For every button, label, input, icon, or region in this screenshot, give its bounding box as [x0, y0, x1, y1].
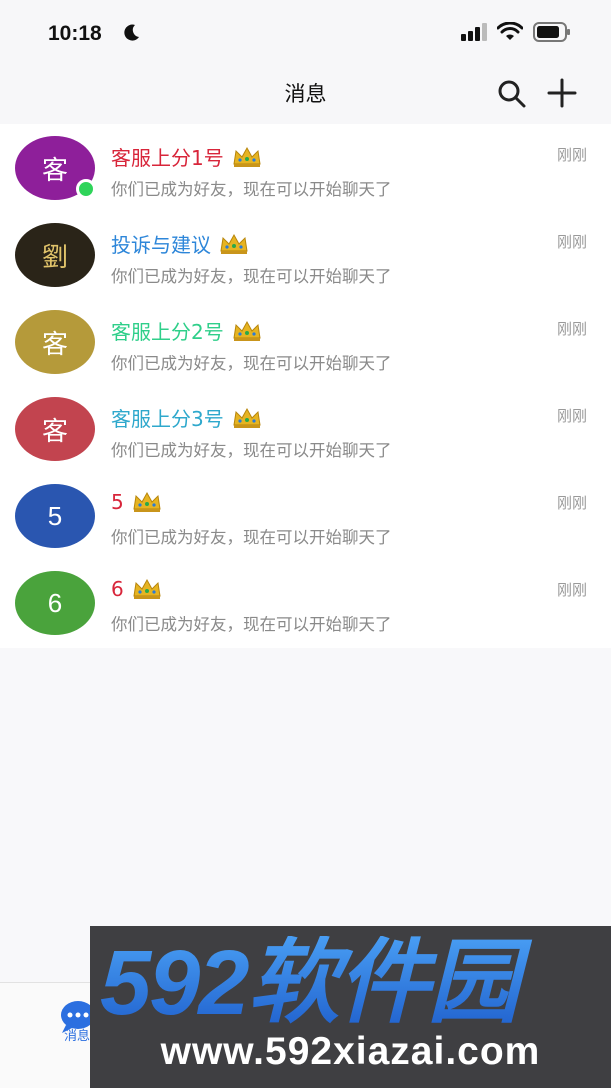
- avatar: 6: [15, 571, 95, 635]
- crown-icon: [133, 491, 161, 512]
- avatar: 客: [15, 310, 95, 374]
- avatar: 5: [15, 484, 95, 548]
- status-time: 10:18: [48, 22, 102, 45]
- conversation-list: 客 客服上分1号 你们已成为好友，现在可以开始聊天了 刚刚 劉 投诉与建议 你们…: [0, 124, 611, 648]
- conversation-name: 6: [111, 577, 162, 601]
- conversation-name: 5: [111, 490, 162, 514]
- message-preview: 你们已成为好友，现在可以开始聊天了: [111, 528, 392, 547]
- online-indicator: [76, 179, 96, 199]
- avatar: 劉: [15, 223, 95, 287]
- message-preview: 你们已成为好友，现在可以开始聊天了: [111, 180, 392, 199]
- message-preview: 你们已成为好友，现在可以开始聊天了: [111, 441, 392, 460]
- crown-icon: [233, 146, 261, 167]
- avatar: 客: [15, 397, 95, 461]
- message-time: 刚刚: [556, 320, 587, 338]
- message-preview: 你们已成为好友，现在可以开始聊天了: [111, 354, 392, 373]
- crown-icon: [133, 578, 161, 599]
- status-bar: 10:18: [0, 0, 611, 64]
- nav-bar: 消息: [0, 64, 611, 124]
- tab-messages-label: 消息: [64, 1029, 91, 1044]
- message-time: 刚刚: [556, 146, 587, 164]
- message-time: 刚刚: [556, 581, 587, 599]
- message-time: 刚刚: [556, 407, 587, 425]
- message-time: 刚刚: [556, 233, 587, 251]
- crown-icon: [233, 320, 261, 341]
- status-icons: [461, 22, 571, 42]
- wifi-icon: [497, 22, 523, 40]
- signal-icon: [461, 23, 487, 41]
- watermark-logo: 592软件园: [100, 936, 534, 1028]
- plus-icon[interactable]: [545, 76, 579, 110]
- conversation-name: 客服上分2号: [111, 316, 262, 345]
- conversation-item[interactable]: 5 5 你们已成为好友，现在可以开始聊天了 刚刚: [0, 472, 611, 559]
- moon-icon: [124, 24, 139, 41]
- conversation-name: 客服上分3号: [111, 403, 262, 432]
- message-preview: 你们已成为好友，现在可以开始聊天了: [111, 267, 392, 286]
- battery-icon: [533, 22, 570, 42]
- conversation-item[interactable]: 劉 投诉与建议 你们已成为好友，现在可以开始聊天了 刚刚: [0, 211, 611, 298]
- crown-icon: [233, 407, 261, 428]
- crown-icon: [220, 233, 248, 254]
- conversation-item[interactable]: 客 客服上分2号 你们已成为好友，现在可以开始聊天了 刚刚: [0, 298, 611, 385]
- watermark-url: www.592xiazai.com: [160, 1030, 541, 1073]
- conversation-item[interactable]: 6 6 你们已成为好友，现在可以开始聊天了 刚刚: [0, 559, 611, 646]
- svg-text:592软件园: 592软件园: [100, 936, 532, 1028]
- message-time: 刚刚: [556, 494, 587, 512]
- conversation-item[interactable]: 客 客服上分1号 你们已成为好友，现在可以开始聊天了 刚刚: [0, 124, 611, 211]
- message-preview: 你们已成为好友，现在可以开始聊天了: [111, 615, 392, 634]
- conversation-item[interactable]: 客 客服上分3号 你们已成为好友，现在可以开始聊天了 刚刚: [0, 385, 611, 472]
- conversation-name: 客服上分1号: [111, 142, 262, 171]
- conversation-name: 投诉与建议: [111, 229, 249, 258]
- watermark: 592软件园 www.592xiazai.com: [90, 926, 611, 1088]
- search-icon[interactable]: [496, 78, 528, 110]
